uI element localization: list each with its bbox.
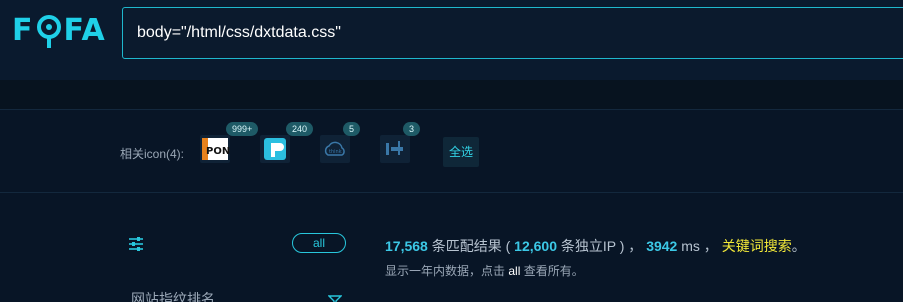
- results-note-suffix: 查看所有。: [523, 264, 584, 278]
- results-section: all 17,568 条匹配结果 ( 12,600 条独立IP ) ， 3942…: [0, 194, 903, 302]
- related-icon-1[interactable]: PON: [200, 135, 230, 163]
- icon-3-count-badge: 5: [343, 122, 361, 136]
- icon-4-count-badge: 3: [403, 122, 421, 136]
- header: F FA: [0, 0, 903, 80]
- related-icons-section: 相关icon(4): PON 999+ 240 think 5 3 全选: [0, 111, 903, 193]
- related-icon-3[interactable]: think: [320, 135, 350, 163]
- logo-letters-fa: FA: [63, 12, 106, 48]
- keyword-search-link[interactable]: 关键词搜索: [722, 238, 792, 254]
- related-icon-2[interactable]: [260, 135, 290, 163]
- pon-logo-icon: PON: [202, 138, 230, 160]
- svg-text:think: think: [329, 149, 342, 155]
- fingerprint-ranking-title: 网站指纹排名: [131, 291, 215, 302]
- fofa-logo[interactable]: F FA: [12, 12, 106, 48]
- spacer-band: [0, 80, 903, 110]
- unique-ip-count: 12,600: [514, 238, 557, 254]
- summary-period: 。: [791, 238, 806, 254]
- icon-2-count-badge: 240: [286, 122, 314, 136]
- funnel-filter-icon[interactable]: [327, 292, 343, 302]
- related-icons-label: 相关icon(4):: [120, 147, 185, 161]
- results-summary: 17,568 条匹配结果 ( 12,600 条独立IP ) ， 3942 ms …: [385, 236, 806, 256]
- view-all-link[interactable]: all: [508, 264, 520, 278]
- cloud-logo-icon: think: [324, 141, 345, 156]
- router-logo-icon: [386, 141, 403, 155]
- all-data-toggle[interactable]: all: [292, 233, 346, 253]
- result-count: 17,568: [385, 238, 428, 254]
- results-note-prefix: 显示一年内数据，点击: [385, 264, 506, 278]
- logo-magnifier-icon: [35, 12, 63, 48]
- related-icon-4[interactable]: [380, 135, 410, 163]
- query-time: 3942: [646, 238, 678, 254]
- query-time-label: ms ，: [681, 238, 718, 254]
- tplink-logo-icon: [264, 138, 286, 160]
- select-all-icons-button[interactable]: 全选: [443, 137, 479, 167]
- search-box[interactable]: [122, 7, 903, 59]
- filter-settings-icon[interactable]: [127, 236, 145, 252]
- unique-ip-label: 条独立IP ) ，: [560, 238, 643, 254]
- logo-letter-f: F: [12, 12, 34, 48]
- result-count-label: 条匹配结果 (: [431, 238, 511, 254]
- results-note: 显示一年内数据，点击 all 查看所有。: [385, 262, 584, 279]
- svg-text:PON: PON: [206, 146, 230, 157]
- search-input[interactable]: [137, 8, 897, 58]
- icon-1-count-badge: 999+: [226, 122, 259, 136]
